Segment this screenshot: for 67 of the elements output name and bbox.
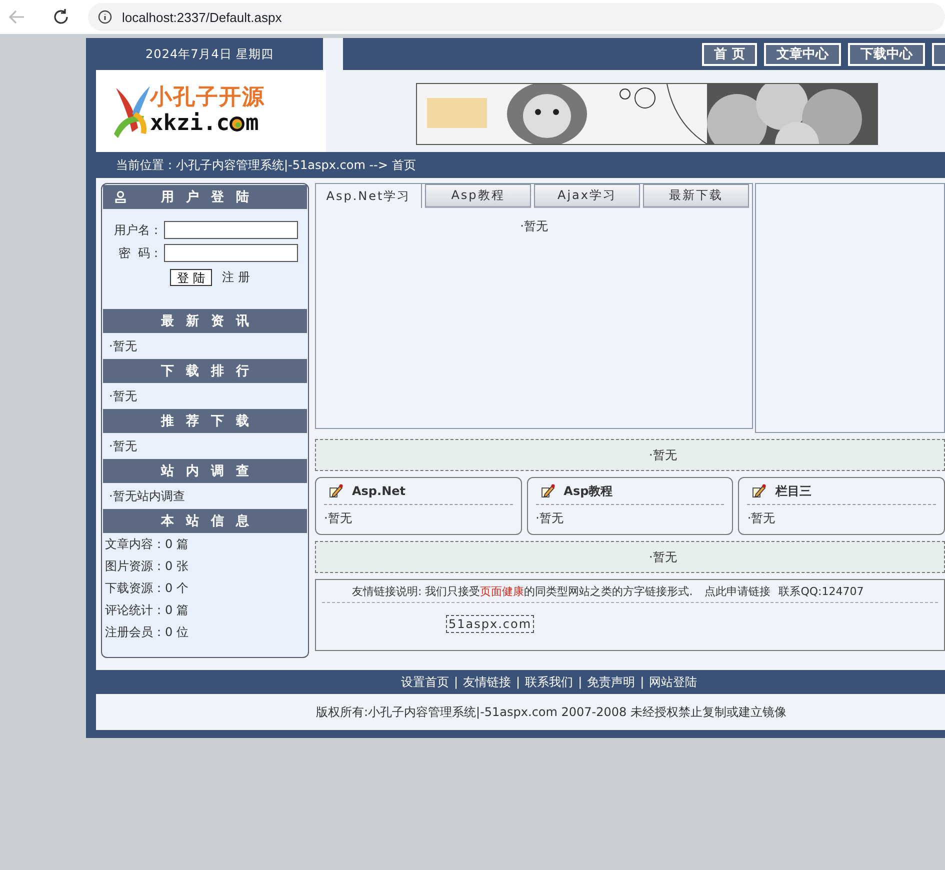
list-item[interactable]: ·暂无	[324, 505, 513, 531]
footer-link[interactable]: 联系我们	[525, 674, 574, 690]
highlight-text: 页面健康	[480, 584, 524, 598]
section-header: 推荐下载	[103, 409, 307, 433]
list-item[interactable]: ·暂无站内调查	[103, 483, 307, 509]
logo-title: 小孔子开源	[150, 85, 265, 111]
friend-link[interactable]: 51aspx.com	[446, 615, 534, 633]
footer-link[interactable]: 免责声明	[587, 674, 636, 690]
section-header: 站内调查	[103, 459, 307, 483]
empty-text: ·暂无	[649, 548, 677, 566]
date-text: 2024年7月4日 星期四	[144, 46, 275, 62]
stat-text: 文章内容：0 篇	[104, 536, 190, 553]
stat-text: 评论统计：0 篇	[104, 602, 190, 619]
list-item[interactable]: ·暂无	[103, 383, 307, 409]
footer-link[interactable]: 友情链接	[463, 674, 512, 690]
description-text: 的同类型网站之类的方字链接形式.	[524, 584, 693, 598]
card-title: Asp教程	[564, 482, 613, 500]
separator-text: |	[578, 675, 582, 689]
tab[interactable]: 最新下载	[643, 184, 749, 208]
stat-text: 下载资源：0 个	[104, 580, 190, 597]
nav-button[interactable]	[932, 42, 945, 66]
section-header: 下载排行	[103, 359, 307, 383]
footer-link[interactable]: 网站登陆	[649, 674, 698, 690]
reload-icon[interactable]	[52, 8, 70, 26]
footer-link[interactable]: 设置首页	[401, 674, 449, 690]
stat-text: 注册会员：0 位	[104, 624, 190, 641]
section-header: 本站信息	[103, 509, 307, 533]
list-item[interactable]: ·暂无	[747, 505, 936, 531]
pencil-note-icon	[540, 483, 556, 499]
nav-button[interactable]: 首 页	[702, 42, 757, 66]
apply-link[interactable]: 点此申请链接	[704, 584, 771, 598]
tab[interactable]: Asp教程	[425, 184, 531, 208]
description-text: 友情链接说明: 我们只接受	[352, 584, 480, 598]
pencil-note-icon	[751, 483, 768, 499]
card-title: Asp.Net	[352, 484, 406, 498]
nav-button[interactable]: 下载中心	[848, 42, 925, 66]
password-input[interactable]	[164, 244, 298, 262]
username-input[interactable]	[164, 221, 298, 239]
section-header: 用户登陆	[103, 185, 307, 209]
list-item[interactable]: ·暂无	[536, 505, 724, 531]
separator-text: |	[640, 675, 644, 689]
empty-text: ·暂无	[520, 218, 548, 235]
field-label: 密 码：	[117, 244, 162, 262]
info-icon[interactable]	[98, 10, 112, 24]
pencil-note-icon	[328, 483, 344, 499]
empty-text: ·暂无	[649, 446, 677, 464]
user-icon	[115, 191, 126, 203]
tab[interactable]: Ajax学习	[534, 184, 640, 208]
address-bar[interactable]: localhost:2337/Default.aspx	[88, 3, 945, 31]
register-link[interactable]: 注 册	[222, 269, 250, 286]
url-text: localhost:2337/Default.aspx	[122, 10, 282, 24]
copyright-text: 版权所有:小孔子内容管理系统|-51aspx.com 2007-2008 未经授权禁止复制或建立镜像	[316, 704, 786, 720]
stat-text: 图片资源：0 张	[104, 558, 190, 575]
separator-text: |	[454, 675, 458, 689]
ball-icon	[229, 116, 246, 132]
separator-text: |	[516, 675, 520, 689]
list-item[interactable]: ·暂无	[103, 433, 307, 459]
card-title: 栏目三	[775, 482, 812, 500]
login-button[interactable]: 登 陆	[170, 269, 212, 286]
breadcrumb-text: 当前位置：小孔子内容管理系统|-51aspx.com --> 首页	[116, 156, 416, 174]
nav-button[interactable]: 文章中心	[764, 42, 841, 66]
logo-domain-text: m	[245, 111, 259, 137]
logo-domain-text: xkzi.c	[150, 111, 230, 137]
section-header: 最新资讯	[103, 309, 307, 333]
description-text: 联系QQ:124707	[778, 584, 864, 598]
list-item[interactable]: ·暂无	[103, 333, 307, 359]
field-label: 用户名：	[113, 222, 162, 238]
